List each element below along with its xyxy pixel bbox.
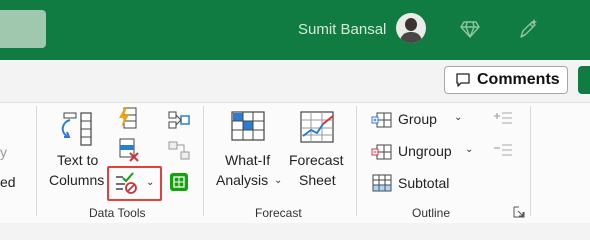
designer-pen-icon[interactable]: [516, 17, 540, 41]
comment-icon: [456, 73, 470, 87]
relationships-icon[interactable]: [167, 140, 191, 162]
comments-button[interactable]: Comments: [444, 66, 568, 94]
share-button[interactable]: [578, 66, 590, 94]
group-separator: [203, 106, 204, 216]
flash-fill-icon[interactable]: [116, 106, 140, 130]
forecast-group-label: Forecast: [255, 206, 302, 220]
partial-command-label[interactable]: ed: [0, 174, 16, 190]
premium-diamond-icon[interactable]: [458, 17, 482, 41]
group-icon[interactable]: [371, 110, 393, 130]
outline-group-label: Outline: [412, 206, 451, 220]
forecast-sheet-label-2[interactable]: Sheet: [299, 172, 336, 188]
consolidate-icon[interactable]: [167, 110, 191, 134]
dialog-launcher-icon[interactable]: [513, 206, 525, 218]
data-validation-highlight: [107, 166, 162, 201]
hide-detail-icon[interactable]: [492, 142, 514, 160]
ungroup-icon[interactable]: [371, 142, 393, 162]
data-tools-group-label: Data Tools: [89, 206, 146, 220]
what-if-analysis-icon[interactable]: [228, 108, 270, 148]
chevron-down-icon[interactable]: ⌄: [465, 144, 473, 155]
text-to-columns-label-2[interactable]: Columns: [49, 172, 104, 188]
remove-duplicates-icon[interactable]: [116, 137, 140, 163]
avatar[interactable]: [396, 13, 426, 43]
what-if-analysis-label-2[interactable]: Analysis: [216, 172, 268, 188]
partial-command-top: y: [0, 144, 7, 160]
title-bar: [0, 0, 590, 60]
subtotal-label[interactable]: Subtotal: [398, 175, 449, 191]
show-detail-icon[interactable]: [492, 110, 514, 128]
group-separator: [36, 106, 37, 216]
user-name[interactable]: Sumit Bansal: [298, 21, 386, 38]
what-if-analysis-label-1[interactable]: What-If: [225, 152, 270, 168]
group-label[interactable]: Group: [398, 111, 437, 127]
chevron-down-icon[interactable]: ⌄: [274, 175, 282, 186]
ungroup-label[interactable]: Ungroup: [398, 143, 452, 159]
forecast-sheet-label-1[interactable]: Forecast: [289, 152, 343, 168]
forecast-sheet-icon[interactable]: [297, 108, 339, 148]
text-to-columns-icon[interactable]: [56, 110, 96, 150]
group-separator: [356, 106, 357, 216]
group-separator: [530, 106, 531, 216]
manage-data-model-icon[interactable]: [168, 171, 190, 193]
chevron-down-icon[interactable]: ⌄: [454, 112, 462, 123]
text-to-columns-label-1[interactable]: Text to: [57, 152, 98, 168]
comments-label: Comments: [477, 71, 560, 88]
search-box[interactable]: [0, 10, 46, 48]
subtotal-icon[interactable]: [371, 173, 393, 193]
